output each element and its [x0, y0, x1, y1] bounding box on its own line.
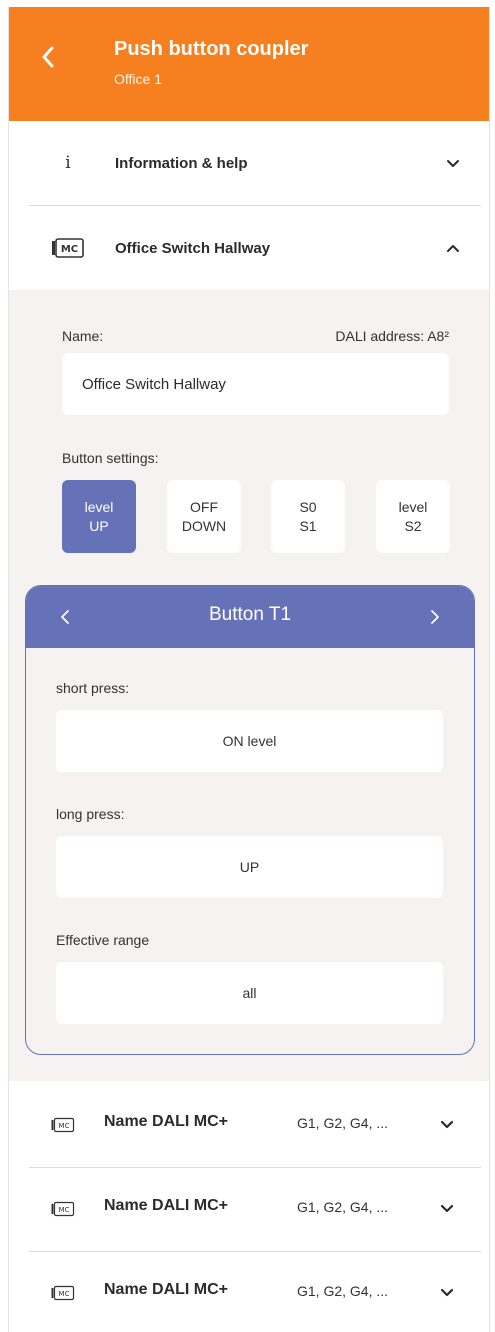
- page-title: Push button coupler: [114, 38, 309, 60]
- long-press-label: long press:: [56, 806, 125, 822]
- device-settings-panel: Name: DALI address: A8² Button settings:…: [9, 290, 489, 1081]
- svg-text:MC: MC: [59, 1122, 70, 1130]
- effective-range-select[interactable]: all: [56, 962, 443, 1024]
- device-row[interactable]: MC Name DALI MC+ G1, G2, G4, ...: [9, 1252, 489, 1332]
- short-press-label: short press:: [56, 680, 130, 696]
- accordion-label: Office Switch Hallway: [115, 239, 271, 257]
- accordion-label: Information & help: [115, 154, 248, 172]
- chevron-left-icon: [42, 46, 54, 68]
- long-press-value: UP: [239, 859, 260, 875]
- device-groups: G1, G2, G4, ...: [297, 1115, 389, 1131]
- chevron-right-icon: [431, 610, 439, 624]
- device-name: Name DALI MC+: [104, 1113, 229, 1130]
- tile-line2: S2: [404, 517, 422, 534]
- mc-device-icon: MC: [51, 1285, 75, 1301]
- chevron-down-icon: [435, 1196, 459, 1220]
- app-header: Push button coupler Office 1: [9, 7, 489, 121]
- app-frame: Push button coupler Office 1 i Informati…: [8, 7, 490, 1332]
- tile-line1: OFF: [190, 498, 218, 515]
- svg-text:MC: MC: [59, 1206, 70, 1214]
- dali-address: DALI address: A8²: [335, 328, 449, 344]
- svg-text:MC: MC: [59, 1290, 70, 1298]
- effective-range-value: all: [242, 985, 257, 1001]
- chevron-down-icon: [441, 151, 465, 175]
- card-title: Button T1: [208, 604, 292, 625]
- short-press-select[interactable]: ON level: [56, 710, 443, 772]
- device-name: Name DALI MC+: [104, 1281, 229, 1298]
- button-config-card: Button T1 short press: ON level long pre…: [25, 585, 475, 1055]
- short-press-value: ON level: [222, 733, 277, 749]
- accordion-information-help[interactable]: i Information & help: [9, 121, 489, 205]
- device-name: Name DALI MC+: [104, 1197, 229, 1214]
- device-groups: G1, G2, G4, ...: [297, 1283, 389, 1299]
- device-row[interactable]: MC Name DALI MC+ G1, G2, G4, ...: [9, 1168, 489, 1252]
- page-subtitle: Office 1: [114, 71, 162, 87]
- back-button[interactable]: [31, 33, 65, 81]
- button-setting-level-up[interactable]: level UP: [62, 480, 136, 553]
- accordion-device[interactable]: MC Office Switch Hallway: [9, 206, 489, 290]
- tile-line1: S0: [299, 498, 317, 515]
- mc-device-icon: MC: [51, 238, 85, 258]
- tile-line1: level: [84, 498, 114, 515]
- chevron-up-icon: [441, 236, 465, 260]
- tile-line2: UP: [89, 517, 109, 534]
- device-groups: G1, G2, G4, ...: [297, 1199, 389, 1215]
- button-setting-s0-s1[interactable]: S0 S1: [271, 480, 345, 553]
- info-icon: i: [65, 153, 71, 173]
- chevron-down-icon: [435, 1280, 459, 1304]
- svg-text:MC: MC: [61, 244, 78, 255]
- mc-device-icon: MC: [51, 1201, 75, 1217]
- mc-device-icon: MC: [51, 1117, 75, 1133]
- tile-line1: level: [398, 498, 428, 515]
- button-settings-label: Button settings:: [62, 450, 159, 466]
- name-label: Name:: [62, 328, 104, 344]
- card-header: Button T1: [26, 586, 474, 648]
- chevron-down-icon: [435, 1112, 459, 1136]
- button-setting-level-s2[interactable]: level S2: [376, 480, 450, 553]
- tile-line2: S1: [299, 517, 317, 534]
- button-setting-off-down[interactable]: OFF DOWN: [167, 480, 241, 553]
- tile-line2: DOWN: [181, 517, 227, 534]
- name-input[interactable]: [62, 353, 449, 415]
- next-button[interactable]: [420, 601, 450, 633]
- effective-range-label: Effective range: [56, 932, 150, 948]
- long-press-select[interactable]: UP: [56, 836, 443, 898]
- device-row[interactable]: MC Name DALI MC+ G1, G2, G4, ...: [9, 1084, 489, 1168]
